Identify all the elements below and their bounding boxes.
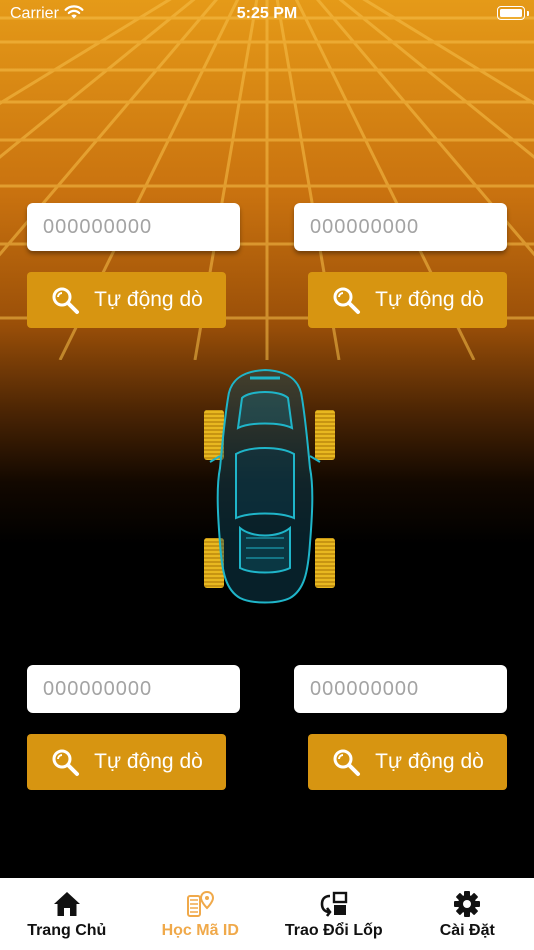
front-right-auto-detect-button[interactable]: Tự động dò	[308, 272, 507, 328]
tab-label: Học Mã ID	[161, 922, 239, 939]
rear-left-id-input[interactable]	[27, 665, 240, 713]
car-illustration	[204, 368, 335, 604]
search-icon	[52, 287, 80, 314]
home-icon	[53, 892, 80, 916]
front-left-auto-detect-button[interactable]: Tự động dò	[27, 272, 226, 328]
search-icon	[52, 749, 80, 776]
swap-icon	[320, 891, 347, 917]
search-icon	[333, 749, 361, 776]
rear-right-id-input[interactable]	[294, 665, 507, 713]
tab-home[interactable]: Trang Chủ	[0, 878, 134, 950]
auto-detect-label: Tự động dò	[94, 288, 203, 311]
rear-right-auto-detect-button[interactable]: Tự động dò	[308, 734, 507, 790]
tire-pin-icon	[187, 890, 215, 917]
tab-tire-rotation[interactable]: Trao Đổi Lốp	[267, 878, 401, 950]
battery-icon	[497, 6, 529, 20]
front-left-id-input[interactable]	[27, 203, 240, 251]
tab-learn-id[interactable]: Học Mã ID	[134, 878, 268, 950]
auto-detect-label: Tự động dò	[375, 288, 484, 311]
rear-left-auto-detect-button[interactable]: Tự động dò	[27, 734, 226, 790]
status-bar: Carrier 5:25 PM	[0, 0, 534, 30]
tab-settings[interactable]: Cài Đặt	[401, 878, 534, 950]
auto-detect-label: Tự động dò	[375, 750, 484, 773]
tab-label: Trao Đổi Lốp	[284, 922, 383, 939]
status-time: 5:25 PM	[236, 5, 298, 22]
auto-detect-label: Tự động dò	[94, 750, 203, 773]
tab-label: Cài Đặt	[439, 922, 495, 939]
front-right-id-input[interactable]	[294, 203, 507, 251]
tab-label: Trang Chủ	[27, 922, 107, 939]
gear-icon	[454, 891, 481, 917]
tab-bar: Trang Chủ Học Mã ID Trao Đổi Lốp Cài Đặt	[0, 878, 534, 950]
search-icon	[333, 287, 361, 314]
